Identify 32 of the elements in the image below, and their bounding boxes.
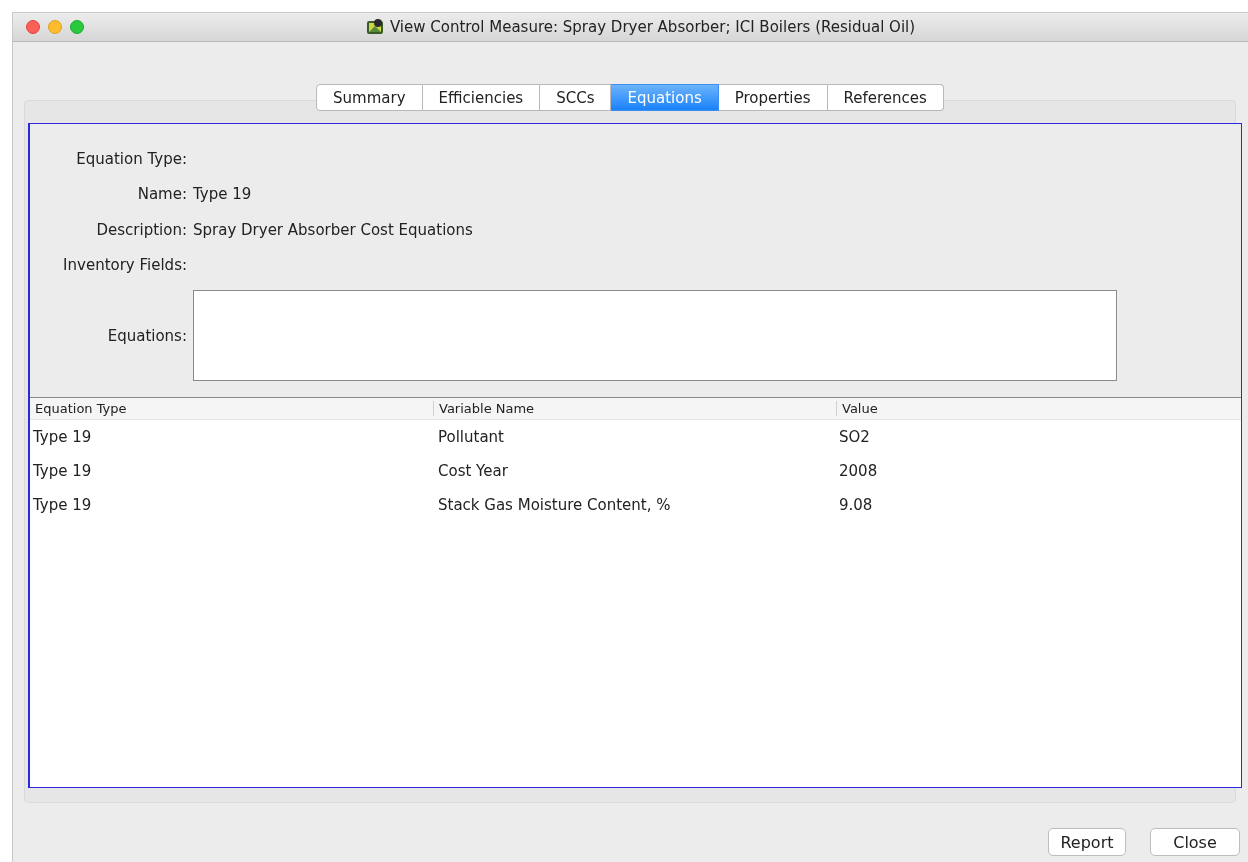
table-cell-text: Cost Year xyxy=(437,462,509,480)
column-header[interactable]: Equation Type xyxy=(30,401,433,416)
close-window-icon[interactable] xyxy=(26,20,40,34)
table-cell-text: 9.08 xyxy=(838,496,874,514)
table-cell-text: 2008 xyxy=(838,462,879,480)
zoom-window-icon[interactable] xyxy=(70,20,84,34)
table-cell-text: Type 19 xyxy=(32,428,93,446)
field-label: Inventory Fields: xyxy=(62,256,188,275)
tab[interactable]: Properties xyxy=(718,84,828,111)
field-value: Spray Dryer Absorber Cost Equations xyxy=(193,220,473,239)
table-cell-text: Stack Gas Moisture Content, % xyxy=(437,496,672,514)
tab[interactable]: Summary xyxy=(316,84,423,111)
table-cell-text: Type 19 xyxy=(32,462,93,480)
dialog-button[interactable]: Close xyxy=(1150,828,1240,856)
field-label: Equation Type: xyxy=(75,149,188,168)
table-cell-text: Pollutant xyxy=(437,428,505,446)
tab[interactable]: References xyxy=(827,84,944,111)
tab[interactable]: Efficiencies xyxy=(422,84,541,111)
column-header[interactable]: Value xyxy=(836,401,1239,416)
field-label: Name: xyxy=(136,185,188,204)
table-cell-text: Type 19 xyxy=(32,496,93,514)
minimize-window-icon[interactable] xyxy=(48,20,62,34)
field-value: Type 19 xyxy=(193,185,252,204)
tab[interactable]: SCCs xyxy=(540,84,612,111)
field-label: Equations: xyxy=(106,326,188,345)
field-label: Description: xyxy=(95,220,188,239)
dialog-button[interactable]: Report xyxy=(1048,828,1126,856)
app-icon xyxy=(365,18,384,36)
table-cell-text: SO2 xyxy=(838,428,871,446)
column-header[interactable]: Variable Name xyxy=(433,401,836,416)
equations-text-area[interactable] xyxy=(193,290,1117,381)
window-title: View Control Measure: Spray Dryer Absorber; ICI Boilers (Residual Oil) xyxy=(389,18,916,36)
